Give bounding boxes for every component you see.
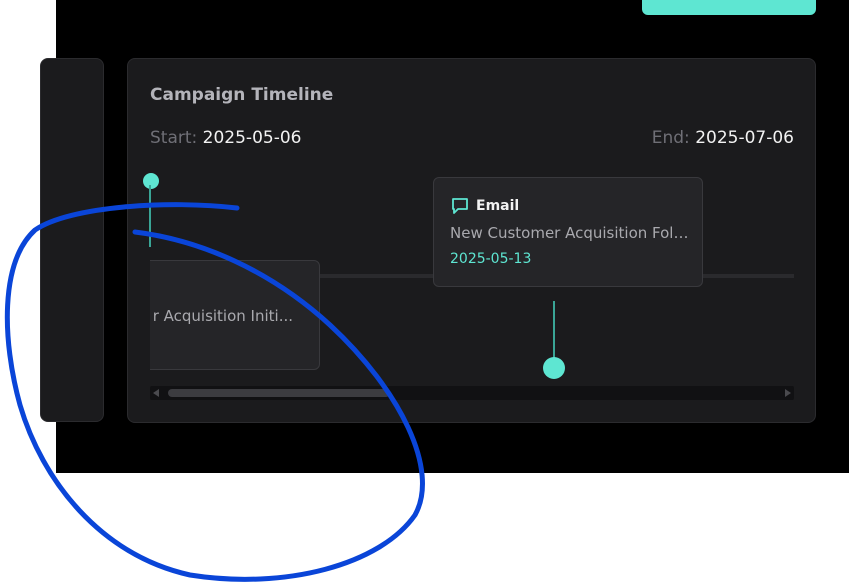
event-title: r Acquisition Initi... [152, 307, 293, 325]
chat-bubble-icon [452, 198, 468, 214]
timeline-marker-bottom[interactable] [543, 357, 565, 379]
scroll-thumb[interactable] [168, 389, 390, 397]
side-panel [40, 58, 104, 422]
campaign-timeline-panel: Campaign Timeline Start: 2025-05-06 End:… [127, 58, 816, 423]
event-card-2[interactable]: Email New Customer Acquisition Foll... 2… [433, 177, 703, 287]
horizontal-scrollbar[interactable] [150, 386, 794, 400]
event-title: New Customer Acquisition Foll... [450, 224, 690, 242]
event-header: Email [450, 196, 519, 216]
event-card-1[interactable]: r Acquisition Initi... [150, 260, 320, 370]
scroll-left-arrow-icon[interactable] [153, 389, 159, 397]
scroll-right-arrow-icon[interactable] [785, 389, 791, 397]
event-type: Email [476, 198, 520, 214]
primary-action-button[interactable] [642, 0, 816, 15]
event-date: 2025-05-13 [450, 251, 532, 267]
timeline-connector-bottom [553, 301, 555, 363]
